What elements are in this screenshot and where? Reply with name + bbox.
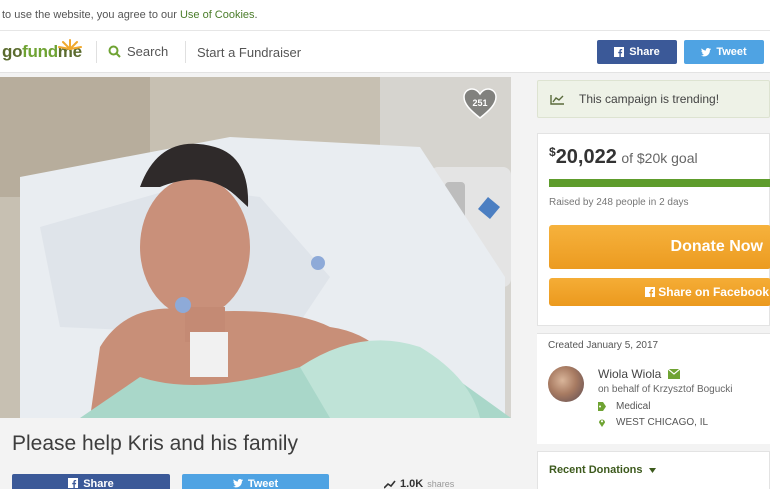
campaign-photo [0,77,511,418]
twitter-bird-icon [232,479,243,488]
trending-chart-icon [550,94,564,105]
created-date: Created January 5, 2017 [548,340,659,351]
raised-by-text: Raised by 248 people in 2 days [549,197,689,208]
cookie-notice-text: to use the website, you agree to our [2,9,180,21]
tag-icon [598,402,606,411]
header-divider [185,41,186,63]
heart-count: 251 [472,98,488,108]
progress-bar [549,179,770,187]
share-count-label: shares [427,479,455,489]
envelope-icon[interactable] [668,369,681,379]
cookie-notice-bar: to use the website, you agree to our Use… [0,0,770,31]
cookies-link[interactable]: Use of Cookies [180,9,255,21]
organizer-name-text: Wiola Wiola [598,367,662,381]
cookie-notice-period: . [254,9,258,21]
recent-donations-label: Recent Donations [549,464,643,476]
share-on-facebook-label: Share on Facebook [658,285,769,299]
twitter-bird-icon [701,48,712,57]
trending-arrow-icon [384,480,396,489]
avatar[interactable] [548,366,584,402]
site-header: gofundme Search Start a Fundraiser Share… [0,31,770,73]
campaign-title: Please help Kris and his family [12,432,298,455]
campaign-facebook-share-button[interactable]: Share [12,474,170,489]
location-label: WEST CHICAGO, IL [616,417,709,428]
search-icon [108,45,121,58]
campaign-tweet-label: Tweet [247,478,279,489]
campaign-share-label: Share [83,478,114,489]
location: WEST CHICAGO, IL [598,417,708,428]
header-tweet-label: Tweet [716,46,747,58]
progress-bar-fill [549,179,770,187]
raised-amount: 20,022 [555,146,617,168]
category[interactable]: Medical [598,401,650,412]
facebook-icon [645,287,656,297]
trending-text: This campaign is trending! [579,92,720,106]
header-facebook-share-button[interactable]: Share [597,40,677,64]
location-pin-icon [599,419,605,427]
recent-donations-card: Recent Donations [537,451,770,489]
donation-card: $20,022 of $20k goal Raised by 248 peopl… [537,133,770,326]
share-on-facebook-button[interactable]: Share on Facebook [549,278,770,306]
amount-raised: $20,022 of $20k goal [549,145,698,169]
share-count: 1.0K shares [384,478,454,489]
category-label: Medical [616,401,651,412]
header-tweet-button[interactable]: Tweet [684,40,764,64]
donate-now-button[interactable]: Donate Now [549,225,770,269]
chevron-down-icon [648,467,656,473]
search-button[interactable]: Search [108,44,168,59]
facebook-icon [68,478,79,488]
search-label: Search [127,44,169,59]
campaign-photo-illustration [0,77,511,418]
share-count-value: 1.0K [400,478,424,489]
logo-sun-icon [58,39,82,50]
currency-symbol: $ [549,145,556,159]
facebook-icon [614,47,625,57]
organizer-card: Created January 5, 2017 Wiola Wiola on b… [537,333,770,444]
organizer-name: Wiola Wiola [598,367,681,381]
start-fundraiser-link[interactable]: Start a Fundraiser [197,45,301,60]
goal-text: of $20k goal [621,150,698,166]
header-share-label: Share [629,46,660,58]
beneficiary-text: on behalf of Krzysztof Bogucki [598,384,733,395]
trending-banner: This campaign is trending! [537,80,770,118]
campaign-tweet-button[interactable]: Tweet [182,474,329,489]
header-divider [96,41,97,63]
recent-donations-toggle[interactable]: Recent Donations [549,464,656,476]
